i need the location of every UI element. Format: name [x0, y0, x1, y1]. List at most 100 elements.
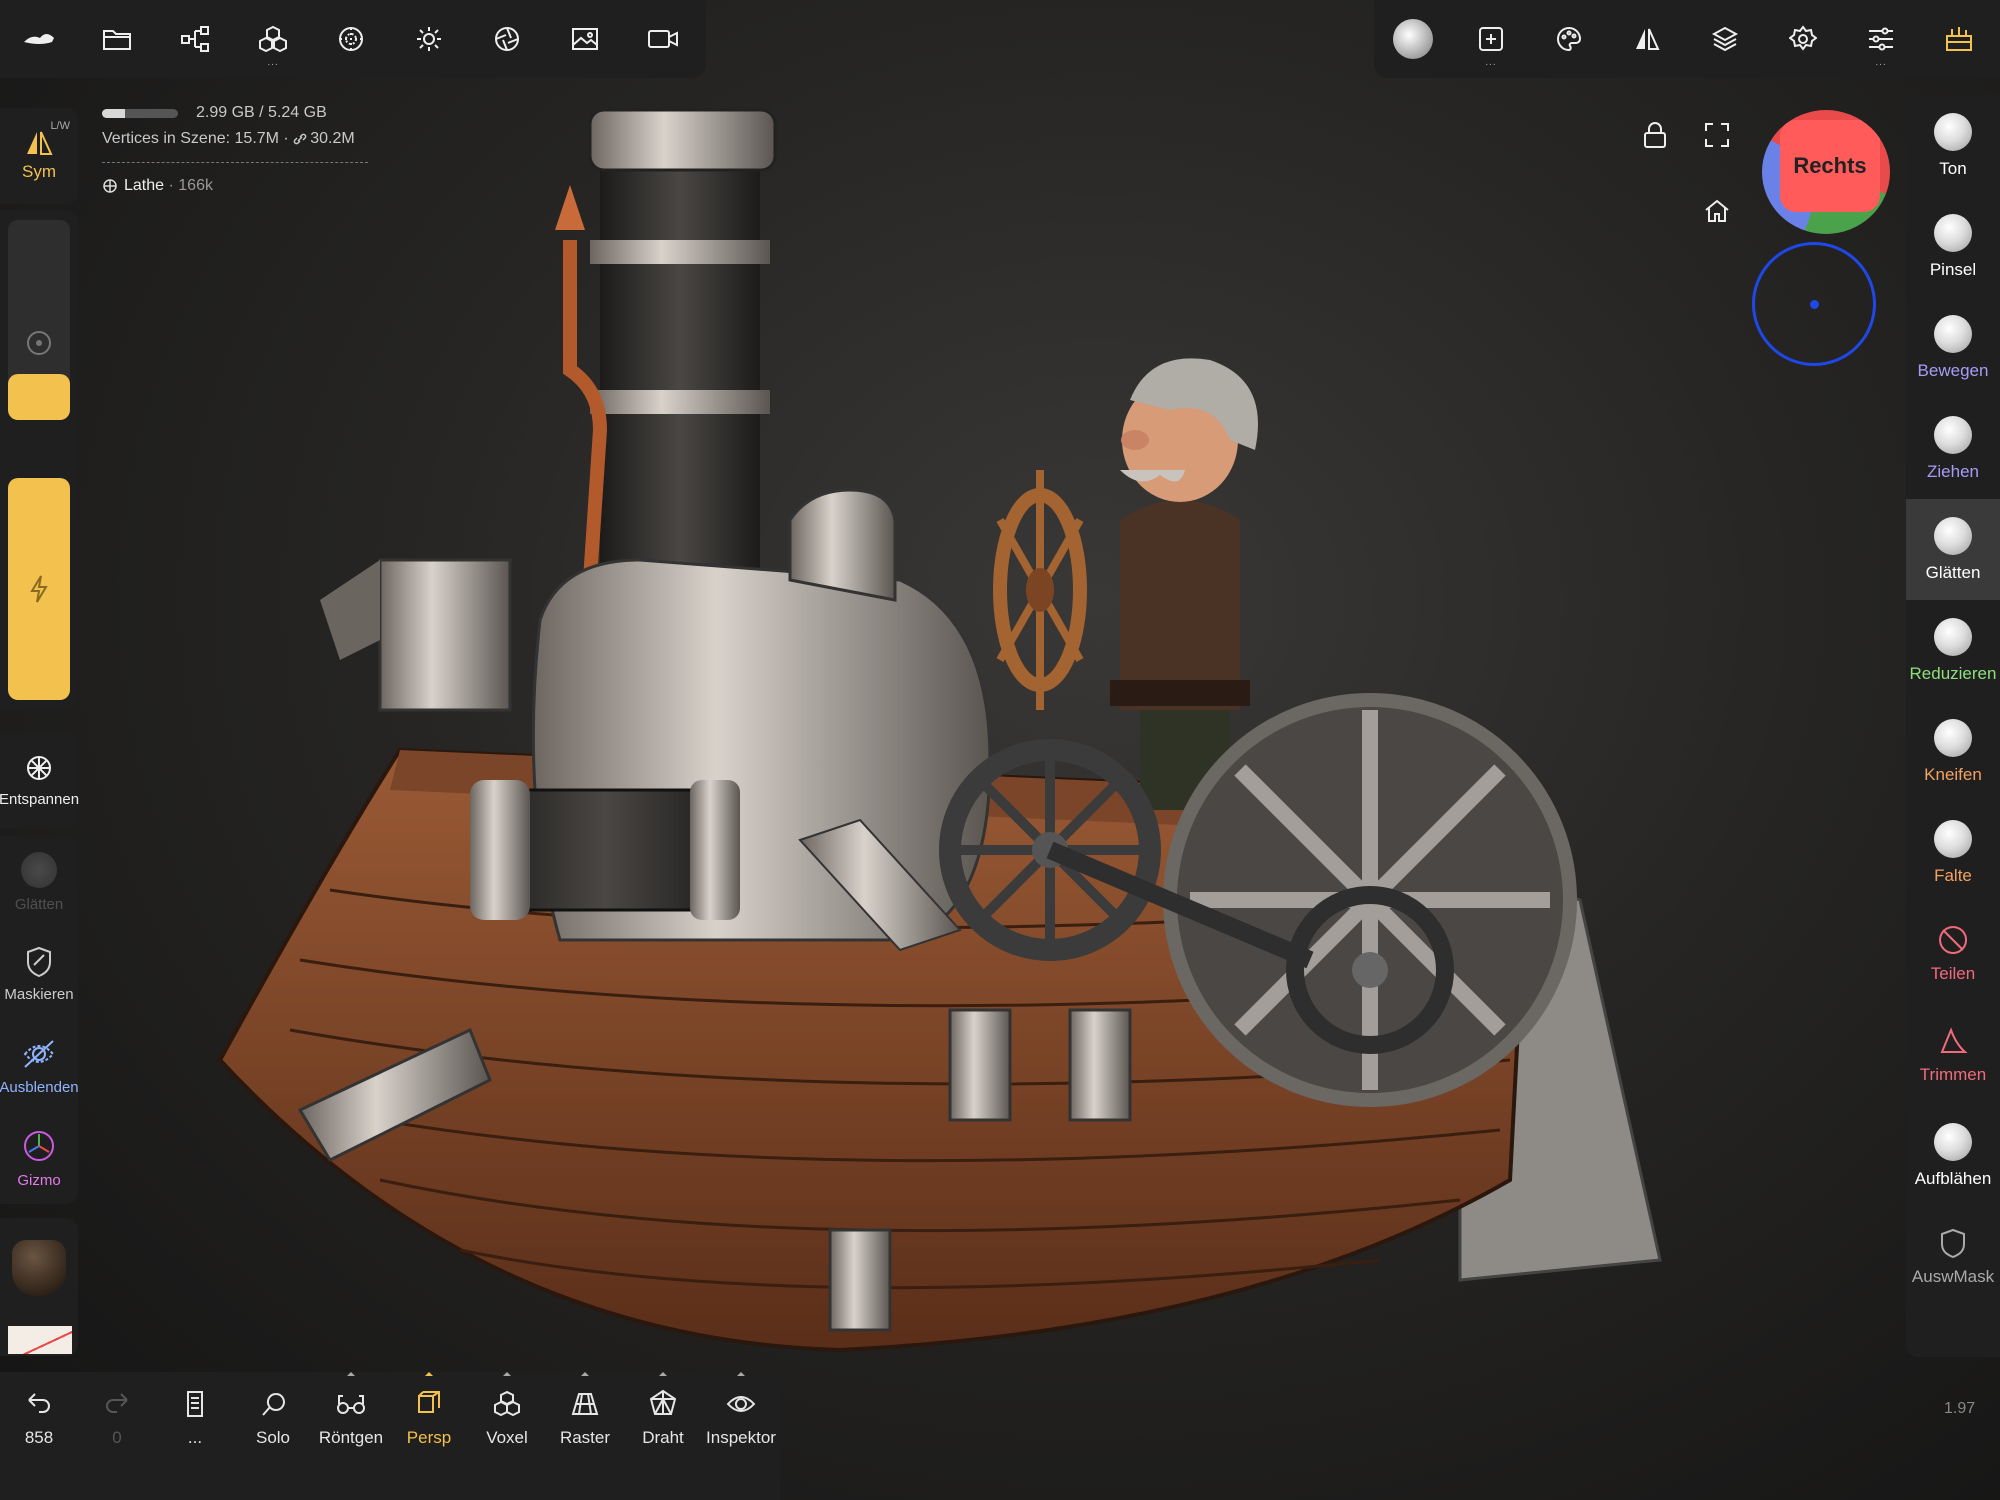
- home-view-button[interactable]: [1700, 194, 1734, 228]
- mask-label: Maskieren: [4, 985, 74, 1003]
- brush-sphere-icon: [1934, 112, 1972, 151]
- tool-ton[interactable]: Ton: [1906, 95, 2000, 196]
- matcap-preview[interactable]: [12, 1240, 66, 1296]
- gizmo-button[interactable]: Gizmo: [0, 1112, 78, 1204]
- bottom-voxel-button[interactable]: Voxel: [468, 1372, 546, 1500]
- bottom-button-label: Voxel: [486, 1428, 528, 1447]
- tool-label: Glätten: [1925, 562, 1981, 582]
- brush-sphere-icon: [1934, 415, 1972, 454]
- tool-aufblähen[interactable]: Aufblähen: [1906, 1105, 2000, 1206]
- split-icon: [1939, 925, 1968, 954]
- tool-glätten[interactable]: Glätten: [1906, 499, 2000, 600]
- brush-sphere-icon: [1934, 314, 1972, 353]
- pivot-ring[interactable]: [1752, 242, 1876, 366]
- relax-button[interactable]: Entspannen: [0, 732, 80, 828]
- bottom-redo-button[interactable]: 0: [78, 1372, 156, 1500]
- radius-slider[interactable]: [8, 220, 70, 420]
- pivot-dot: [1810, 300, 1819, 309]
- deck-bracket: [948, 1008, 1012, 1122]
- view-cube-face[interactable]: Rechts: [1780, 120, 1880, 212]
- tool-label: Aufblähen: [1914, 1168, 1992, 1188]
- options-caret: [581, 1372, 589, 1376]
- steam-dome: [788, 488, 897, 602]
- radius-icon: [27, 331, 51, 355]
- bottom-search-button[interactable]: Solo: [234, 1372, 312, 1500]
- chimney-ring: [590, 240, 770, 264]
- tool-label: Falte: [1934, 865, 1972, 885]
- bottom-button-label: 0: [112, 1428, 122, 1447]
- hide-button[interactable]: Ausblenden: [0, 1020, 79, 1112]
- gizmo-icon: [24, 1130, 54, 1161]
- trim-icon: [1940, 1026, 1968, 1053]
- tool-label: Ziehen: [1927, 461, 1979, 481]
- deck-bracket: [1068, 1008, 1132, 1122]
- radius-slider-fill: [8, 374, 70, 420]
- symmetry-toggle[interactable]: L/W Sym: [0, 108, 78, 204]
- options-caret: [737, 1372, 745, 1376]
- bottom-eye-button[interactable]: Inspektor: [702, 1372, 780, 1500]
- bottom-button-label: Raster: [559, 1428, 611, 1447]
- tool-falte[interactable]: Falte: [1906, 802, 2000, 903]
- view-cube[interactable]: Rechts: [1762, 110, 1890, 234]
- piston-cap: [690, 780, 740, 920]
- bottom-glasses-button[interactable]: Röntgen: [312, 1372, 390, 1500]
- bottom-toolbar: 858 0... Solo Röntgen Persp Voxel Raster Draht I…: [0, 1372, 780, 1500]
- material-preview-panel: [0, 1218, 78, 1356]
- bottom-doc-button[interactable]: ...: [156, 1372, 234, 1500]
- tool-label: AuswMask: [1911, 1266, 1995, 1286]
- tool-label: Pinsel: [1929, 259, 1977, 279]
- tool-kneifen[interactable]: Kneifen: [1906, 701, 2000, 802]
- mask-icon: [27, 946, 51, 977]
- bottom-button-label: ...: [187, 1428, 203, 1447]
- lock-button[interactable]: [1638, 118, 1672, 152]
- tool-label: Reduzieren: [1909, 663, 1997, 683]
- hide-icon: [23, 1039, 55, 1068]
- brush-sphere-icon: [1934, 1122, 1972, 1161]
- tool-teilen[interactable]: Teilen: [1906, 903, 2000, 1004]
- bottom-undo-button[interactable]: 858: [0, 1372, 78, 1500]
- tool-reduzieren[interactable]: Reduzieren: [1906, 600, 2000, 701]
- paddle-wheel: [1163, 693, 1577, 1107]
- tool-ziehen[interactable]: Ziehen: [1906, 398, 2000, 499]
- chimney-cap: [588, 108, 777, 172]
- eye-icon: [726, 1396, 756, 1412]
- fullscreen-icon: [1705, 123, 1729, 147]
- grid-icon: [571, 1393, 599, 1415]
- smooth-quick-button[interactable]: Glätten: [0, 836, 78, 928]
- intensity-slider[interactable]: [8, 478, 70, 700]
- lock-icon: [1644, 122, 1666, 148]
- brush-sliders: [0, 210, 78, 710]
- mask-button[interactable]: Maskieren: [0, 928, 78, 1020]
- chimney: [600, 150, 760, 570]
- tool-label: Trimmen: [1919, 1064, 1987, 1084]
- fullscreen-button[interactable]: [1700, 118, 1734, 152]
- undo-icon: [28, 1393, 50, 1413]
- bottom-grid-button[interactable]: Raster: [546, 1372, 624, 1500]
- bottom-button-label: Röntgen: [318, 1428, 384, 1447]
- symmetry-label: Sym: [22, 162, 56, 181]
- whistle: [555, 185, 585, 230]
- tool-bewegen[interactable]: Bewegen: [1906, 297, 2000, 398]
- chimney-ring: [590, 390, 770, 414]
- glasses-icon: [337, 1395, 366, 1414]
- relax-label: Entspannen: [0, 790, 80, 808]
- options-caret: [347, 1372, 355, 1376]
- tool-trimmen[interactable]: Trimmen: [1906, 1004, 2000, 1105]
- tool-label: Bewegen: [1917, 360, 1989, 380]
- home-icon: [1705, 199, 1729, 222]
- color-swatch[interactable]: [8, 1326, 72, 1354]
- captain-figure: [1110, 358, 1258, 810]
- smooth-icon: [21, 851, 57, 888]
- brush-sphere-icon: [1934, 213, 1972, 252]
- tool-auswmask[interactable]: AuswMask: [1906, 1206, 2000, 1307]
- bottom-perspective-button[interactable]: Persp: [390, 1372, 468, 1500]
- keel-plate: [828, 1228, 892, 1332]
- wireframe-icon: [649, 1389, 677, 1415]
- bottom-wireframe-button[interactable]: Draht: [624, 1372, 702, 1500]
- bottom-button-label: 858: [24, 1428, 54, 1447]
- options-caret: [425, 1372, 433, 1376]
- brush-sphere-icon: [1934, 617, 1972, 656]
- tool-pinsel[interactable]: Pinsel: [1906, 196, 2000, 297]
- whistle-pipe: [563, 240, 608, 581]
- intensity-icon: [30, 575, 48, 603]
